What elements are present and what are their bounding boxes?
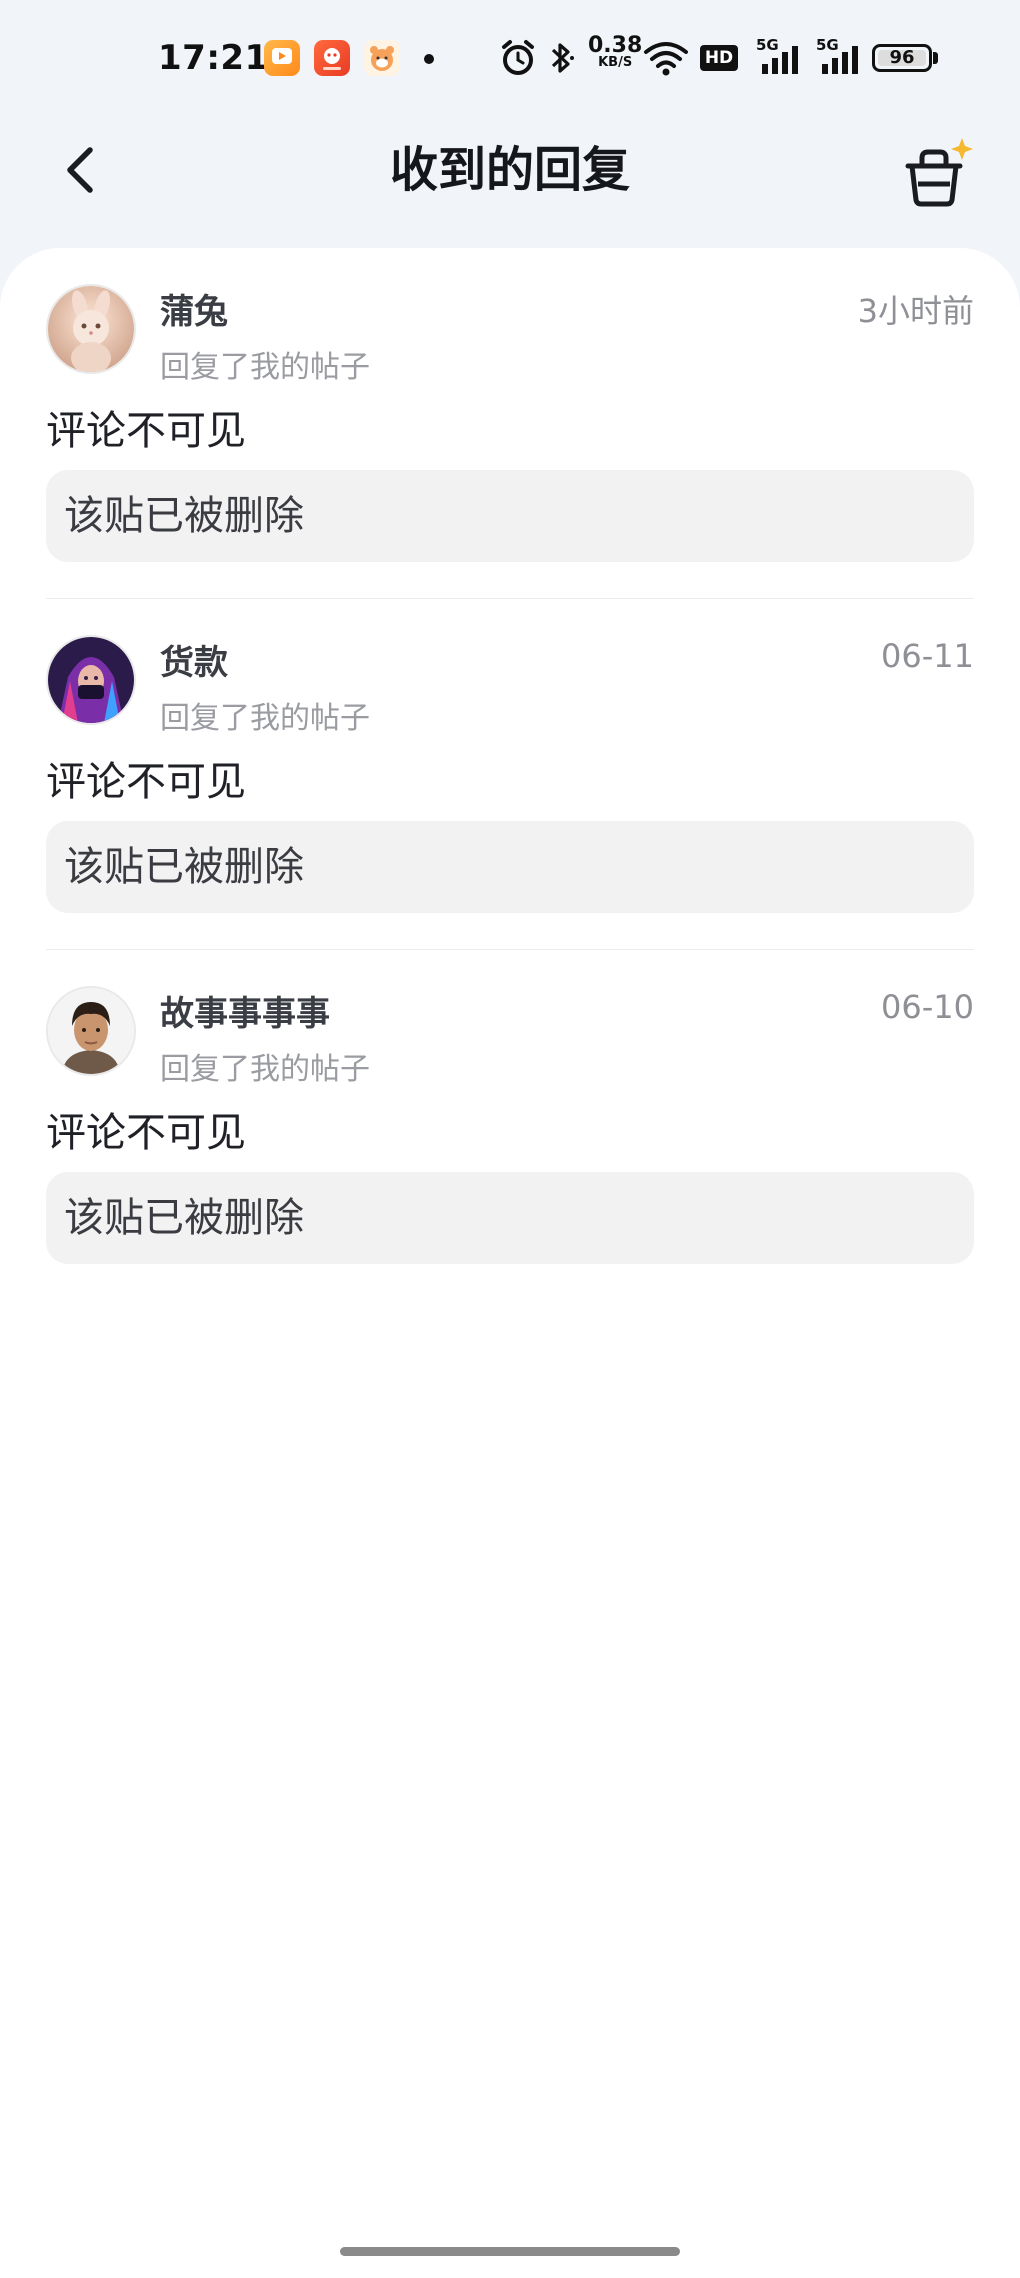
page-title: 收到的回复	[389, 142, 630, 198]
man-avatar	[48, 988, 134, 1074]
hamster-app-icon	[364, 40, 400, 76]
signal-icon	[762, 46, 798, 74]
shop-app-icon	[314, 40, 350, 76]
video-app-icon	[264, 40, 300, 76]
username[interactable]: 故事事事事	[160, 986, 330, 1035]
alarm-icon	[502, 40, 534, 75]
basket-button[interactable]	[898, 132, 978, 212]
reply-time: 06-10	[881, 988, 974, 1026]
avatar[interactable]	[46, 986, 136, 1076]
status-time: 17:21	[158, 38, 269, 78]
quoted-post[interactable]: 该贴已被删除	[46, 821, 974, 913]
network-speed: 0.38 KB/S	[588, 35, 642, 70]
comment-text: 评论不可见	[46, 408, 246, 454]
comment-text: 评论不可见	[46, 1110, 246, 1156]
username[interactable]: 蒲兔	[160, 284, 228, 333]
reply-subtitle: 回复了我的帖子	[160, 701, 370, 736]
battery-tip	[933, 52, 938, 64]
bluetooth-icon	[551, 43, 574, 73]
avatar[interactable]	[46, 635, 136, 725]
reply-item[interactable]: 故事事事事 06-10 回复了我的帖子 评论不可见 该贴已被删除	[46, 949, 974, 1300]
avatar[interactable]	[46, 284, 136, 374]
username[interactable]: 货款	[160, 635, 228, 684]
home-indicator[interactable]	[340, 2247, 680, 2256]
wifi-icon	[644, 42, 688, 76]
bunny-avatar	[48, 286, 134, 372]
reply-item[interactable]: 货款 06-11 回复了我的帖子 评论不可见 该贴已被删除	[46, 598, 974, 949]
quoted-post[interactable]: 该贴已被删除	[46, 470, 974, 562]
battery-icon: 96	[872, 44, 932, 72]
cyber-girl-avatar	[48, 637, 134, 723]
basket-sparkle-icon	[905, 138, 973, 207]
reply-time: 3小时前	[857, 292, 974, 330]
header: 收到的回复	[0, 118, 1020, 248]
reply-subtitle: 回复了我的帖子	[160, 1052, 370, 1087]
reply-item[interactable]: 蒲兔 3小时前 回复了我的帖子 评论不可见 该贴已被删除	[46, 248, 974, 598]
reply-list: 蒲兔 3小时前 回复了我的帖子 评论不可见 该贴已被删除 货款 06-11 回复…	[0, 248, 1020, 2278]
comment-text: 评论不可见	[46, 759, 246, 805]
quoted-post[interactable]: 该贴已被删除	[46, 1172, 974, 1264]
status-bar: 17:21 0.38 KB/S HD 5G 5G 96	[0, 0, 1020, 118]
signal-icon	[822, 46, 858, 74]
hd-icon: HD	[700, 45, 738, 71]
reply-time: 06-11	[881, 637, 974, 675]
network-speed-unit: KB/S	[598, 55, 633, 70]
notification-dot	[424, 54, 434, 64]
reply-subtitle: 回复了我的帖子	[160, 350, 370, 385]
battery-level: 96	[878, 49, 926, 67]
